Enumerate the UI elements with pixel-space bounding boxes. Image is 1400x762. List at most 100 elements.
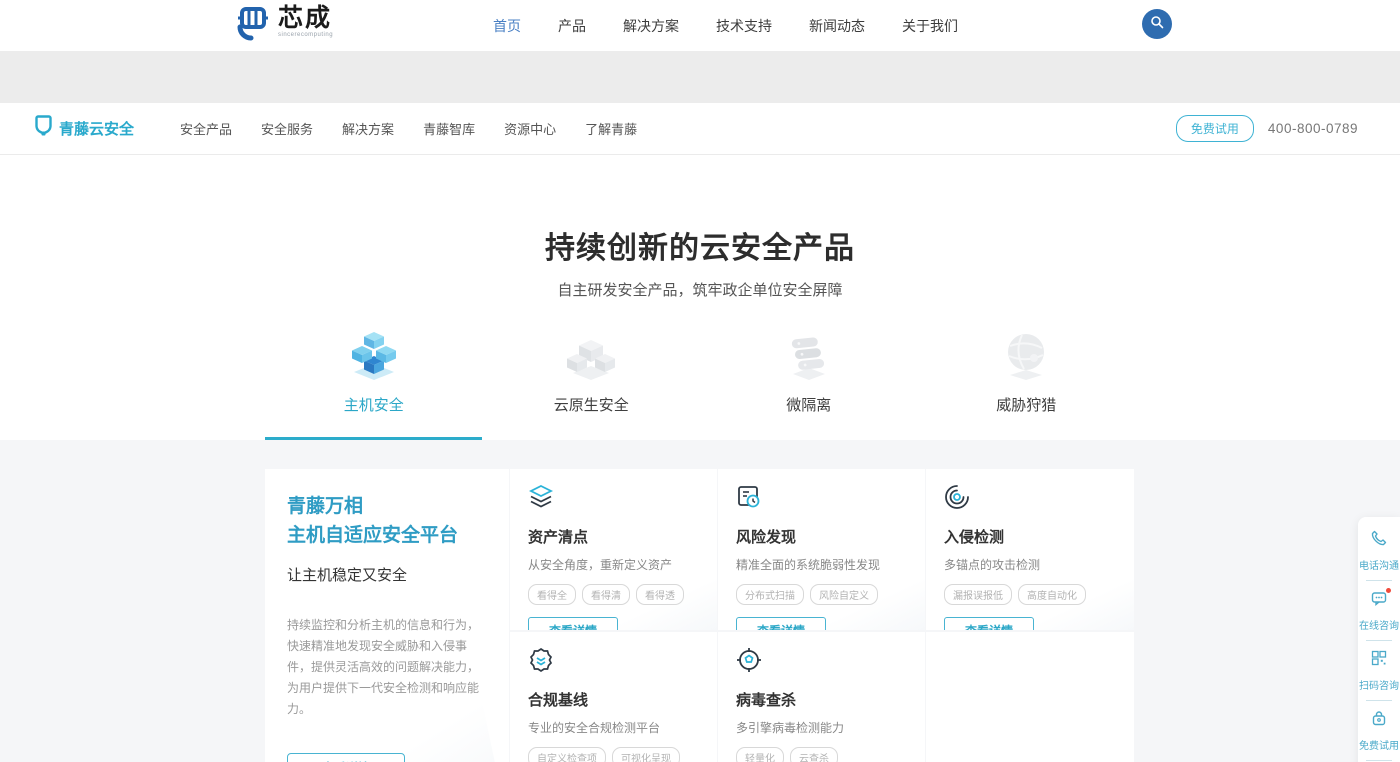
hero-section: 持续创新的云安全产品 自主研发安全产品，筑牢政企单位安全屏障 bbox=[0, 155, 1400, 440]
product-title: 合规基线 bbox=[528, 689, 699, 710]
xincheng-logo[interactable]: 芯成 sincerecomputing bbox=[230, 5, 333, 46]
search-button[interactable] bbox=[1142, 9, 1172, 39]
topnav-item-solutions[interactable]: 解决方案 bbox=[623, 16, 679, 36]
product-tags: 轻量化 云查杀 bbox=[736, 747, 907, 762]
xincheng-logo-subtext: sincerecomputing bbox=[278, 32, 333, 38]
float-item-qr-consult[interactable]: 扫码咨询 bbox=[1358, 643, 1400, 698]
chat-icon bbox=[1371, 590, 1387, 611]
product-card-virus-scan: 病毒查杀 多引擎病毒检测能力 轻量化 云查杀 查看详情 bbox=[718, 632, 925, 762]
product-description: 精准全面的系统脆弱性发现 bbox=[736, 556, 907, 573]
product-tags: 分布式扫描 风险自定义 bbox=[736, 584, 907, 605]
xincheng-logo-text: 芯成 bbox=[278, 5, 333, 31]
qingteng-header: 青藤云安全 安全产品 安全服务 解决方案 青藤智库 资源中心 了解青藤 免费试用… bbox=[0, 103, 1400, 155]
tag: 漏报误报低 bbox=[944, 584, 1012, 605]
divider bbox=[1366, 760, 1392, 761]
top-header: 芯成 sincerecomputing 首页 产品 解决方案 技术支持 新闻动态… bbox=[0, 0, 1400, 52]
tag: 看得透 bbox=[636, 584, 684, 605]
qr-code-icon bbox=[1371, 650, 1387, 671]
subnav-item-think-tank[interactable]: 青藤智库 bbox=[423, 119, 475, 138]
contact-float-bar: 电话沟通 在线咨询 扫码咨询 bbox=[1358, 517, 1400, 762]
topnav-item-about[interactable]: 关于我们 bbox=[902, 16, 958, 36]
products-grid: 青藤万相 主机自适应安全平台 让主机稳定又安全 持续监控和分析主机的信息和行为，… bbox=[265, 469, 1135, 762]
tag: 自定义检查项 bbox=[528, 747, 606, 762]
product-card-intrusion-detection: 入侵检测 多锚点的攻击检测 漏报误报低 高度自动化 查看详情 bbox=[926, 469, 1134, 630]
product-description: 专业的安全合规检测平台 bbox=[528, 719, 699, 736]
product-description: 多锚点的攻击检测 bbox=[944, 556, 1116, 573]
phone-icon bbox=[1371, 530, 1387, 551]
tag: 云查杀 bbox=[790, 747, 838, 762]
product-tags: 漏报误报低 高度自动化 bbox=[944, 584, 1116, 605]
tag: 轻量化 bbox=[736, 747, 784, 762]
feature-card-wanxiang: 青藤万相 主机自适应安全平台 让主机稳定又安全 持续监控和分析主机的信息和行为，… bbox=[265, 469, 509, 762]
compliance-badge-icon bbox=[528, 660, 554, 677]
tag: 高度自动化 bbox=[1018, 584, 1086, 605]
product-title: 风险发现 bbox=[736, 526, 907, 547]
product-detail-button[interactable]: 查看详情 bbox=[528, 617, 618, 630]
product-description: 多引擎病毒检测能力 bbox=[736, 719, 907, 736]
product-title: 资产清点 bbox=[528, 526, 699, 547]
tab-label: 云原生安全 bbox=[554, 394, 629, 415]
trial-lock-icon bbox=[1371, 710, 1387, 731]
tab-micro-segmentation[interactable]: 微隔离 bbox=[700, 330, 918, 440]
intrusion-radar-icon bbox=[944, 497, 970, 514]
product-category-tabs: 主机安全 云原生安全 bbox=[265, 330, 1135, 440]
subnav-item-solutions[interactable]: 解决方案 bbox=[342, 119, 394, 138]
tab-label: 微隔离 bbox=[786, 394, 831, 415]
topnav-item-support[interactable]: 技术支持 bbox=[716, 16, 772, 36]
qingteng-shield-icon bbox=[35, 115, 52, 142]
tag: 风险自定义 bbox=[810, 584, 878, 605]
subnav-item-security-services[interactable]: 安全服务 bbox=[261, 119, 313, 138]
product-tags: 看得全 看得清 看得透 bbox=[528, 584, 699, 605]
search-icon bbox=[1150, 15, 1164, 34]
asset-layers-icon bbox=[528, 497, 554, 514]
divider bbox=[1366, 640, 1392, 641]
float-item-online-chat[interactable]: 在线咨询 bbox=[1358, 583, 1400, 638]
product-description: 从安全角度，重新定义资产 bbox=[528, 556, 699, 573]
feature-title: 青藤万相 主机自适应安全平台 bbox=[287, 493, 487, 550]
topnav-item-products[interactable]: 产品 bbox=[558, 16, 586, 36]
qingteng-logo-text: 青藤云安全 bbox=[59, 118, 134, 139]
host-security-products-section: 青藤万相 主机自适应安全平台 让主机稳定又安全 持续监控和分析主机的信息和行为，… bbox=[0, 440, 1400, 762]
topnav-item-home[interactable]: 首页 bbox=[493, 16, 521, 36]
product-detail-button[interactable]: 查看详情 bbox=[944, 617, 1034, 630]
page-title: 持续创新的云安全产品 bbox=[0, 223, 1400, 267]
float-item-phone[interactable]: 电话沟通 bbox=[1358, 523, 1400, 578]
subnav-item-security-products[interactable]: 安全产品 bbox=[180, 119, 232, 138]
tab-threat-hunting[interactable]: 威胁狩猎 bbox=[918, 330, 1136, 440]
micro-segmentation-icon bbox=[781, 330, 837, 382]
feature-detail-button[interactable]: 查看详情 bbox=[287, 753, 405, 762]
subheader-right: 免费试用 400-800-0789 bbox=[1176, 115, 1358, 142]
page-subtitle: 自主研发安全产品，筑牢政企单位安全屏障 bbox=[0, 279, 1400, 300]
tab-cloud-native-security[interactable]: 云原生安全 bbox=[483, 330, 701, 440]
product-tags: 自定义检查项 可视化呈现 bbox=[528, 747, 699, 762]
free-trial-button[interactable]: 免费试用 bbox=[1176, 115, 1254, 142]
banner-strip bbox=[0, 52, 1400, 103]
product-detail-button[interactable]: 查看详情 bbox=[736, 617, 826, 630]
empty-card-cell bbox=[926, 632, 1134, 762]
feature-description: 持续监控和分析主机的信息和行为，快速精准地发现安全威胁和入侵事件，提供灵活高效的… bbox=[287, 615, 487, 720]
notification-dot bbox=[1386, 588, 1391, 593]
subnav-item-resource-center[interactable]: 资源中心 bbox=[504, 119, 556, 138]
tab-label: 主机安全 bbox=[344, 394, 404, 415]
subnav-item-about-qingteng[interactable]: 了解青藤 bbox=[585, 119, 637, 138]
product-card-compliance-baseline: 合规基线 专业的安全合规检测平台 自定义检查项 可视化呈现 查看详情 bbox=[510, 632, 717, 762]
risk-scan-document-icon bbox=[736, 497, 762, 514]
float-item-free-trial[interactable]: 免费试用 bbox=[1358, 703, 1400, 758]
topnav-item-news[interactable]: 新闻动态 bbox=[809, 16, 865, 36]
phone-number: 400-800-0789 bbox=[1268, 121, 1358, 136]
tab-label: 威胁狩猎 bbox=[996, 394, 1056, 415]
xincheng-logo-icon bbox=[230, 5, 270, 46]
qingteng-logo[interactable]: 青藤云安全 bbox=[35, 115, 134, 142]
tag: 分布式扫描 bbox=[736, 584, 804, 605]
product-title: 入侵检测 bbox=[944, 526, 1116, 547]
tag: 看得清 bbox=[582, 584, 630, 605]
divider bbox=[1366, 580, 1392, 581]
feature-subtitle: 让主机稳定又安全 bbox=[287, 564, 487, 585]
tag: 看得全 bbox=[528, 584, 576, 605]
tag: 可视化呈现 bbox=[612, 747, 680, 762]
top-navigation: 首页 产品 解决方案 技术支持 新闻动态 关于我们 bbox=[493, 16, 958, 36]
product-title: 病毒查杀 bbox=[736, 689, 907, 710]
product-card-risk-discovery: 风险发现 精准全面的系统脆弱性发现 分布式扫描 风险自定义 查看详情 bbox=[718, 469, 925, 630]
active-tab-underline bbox=[265, 437, 482, 440]
tab-host-security[interactable]: 主机安全 bbox=[265, 330, 483, 440]
